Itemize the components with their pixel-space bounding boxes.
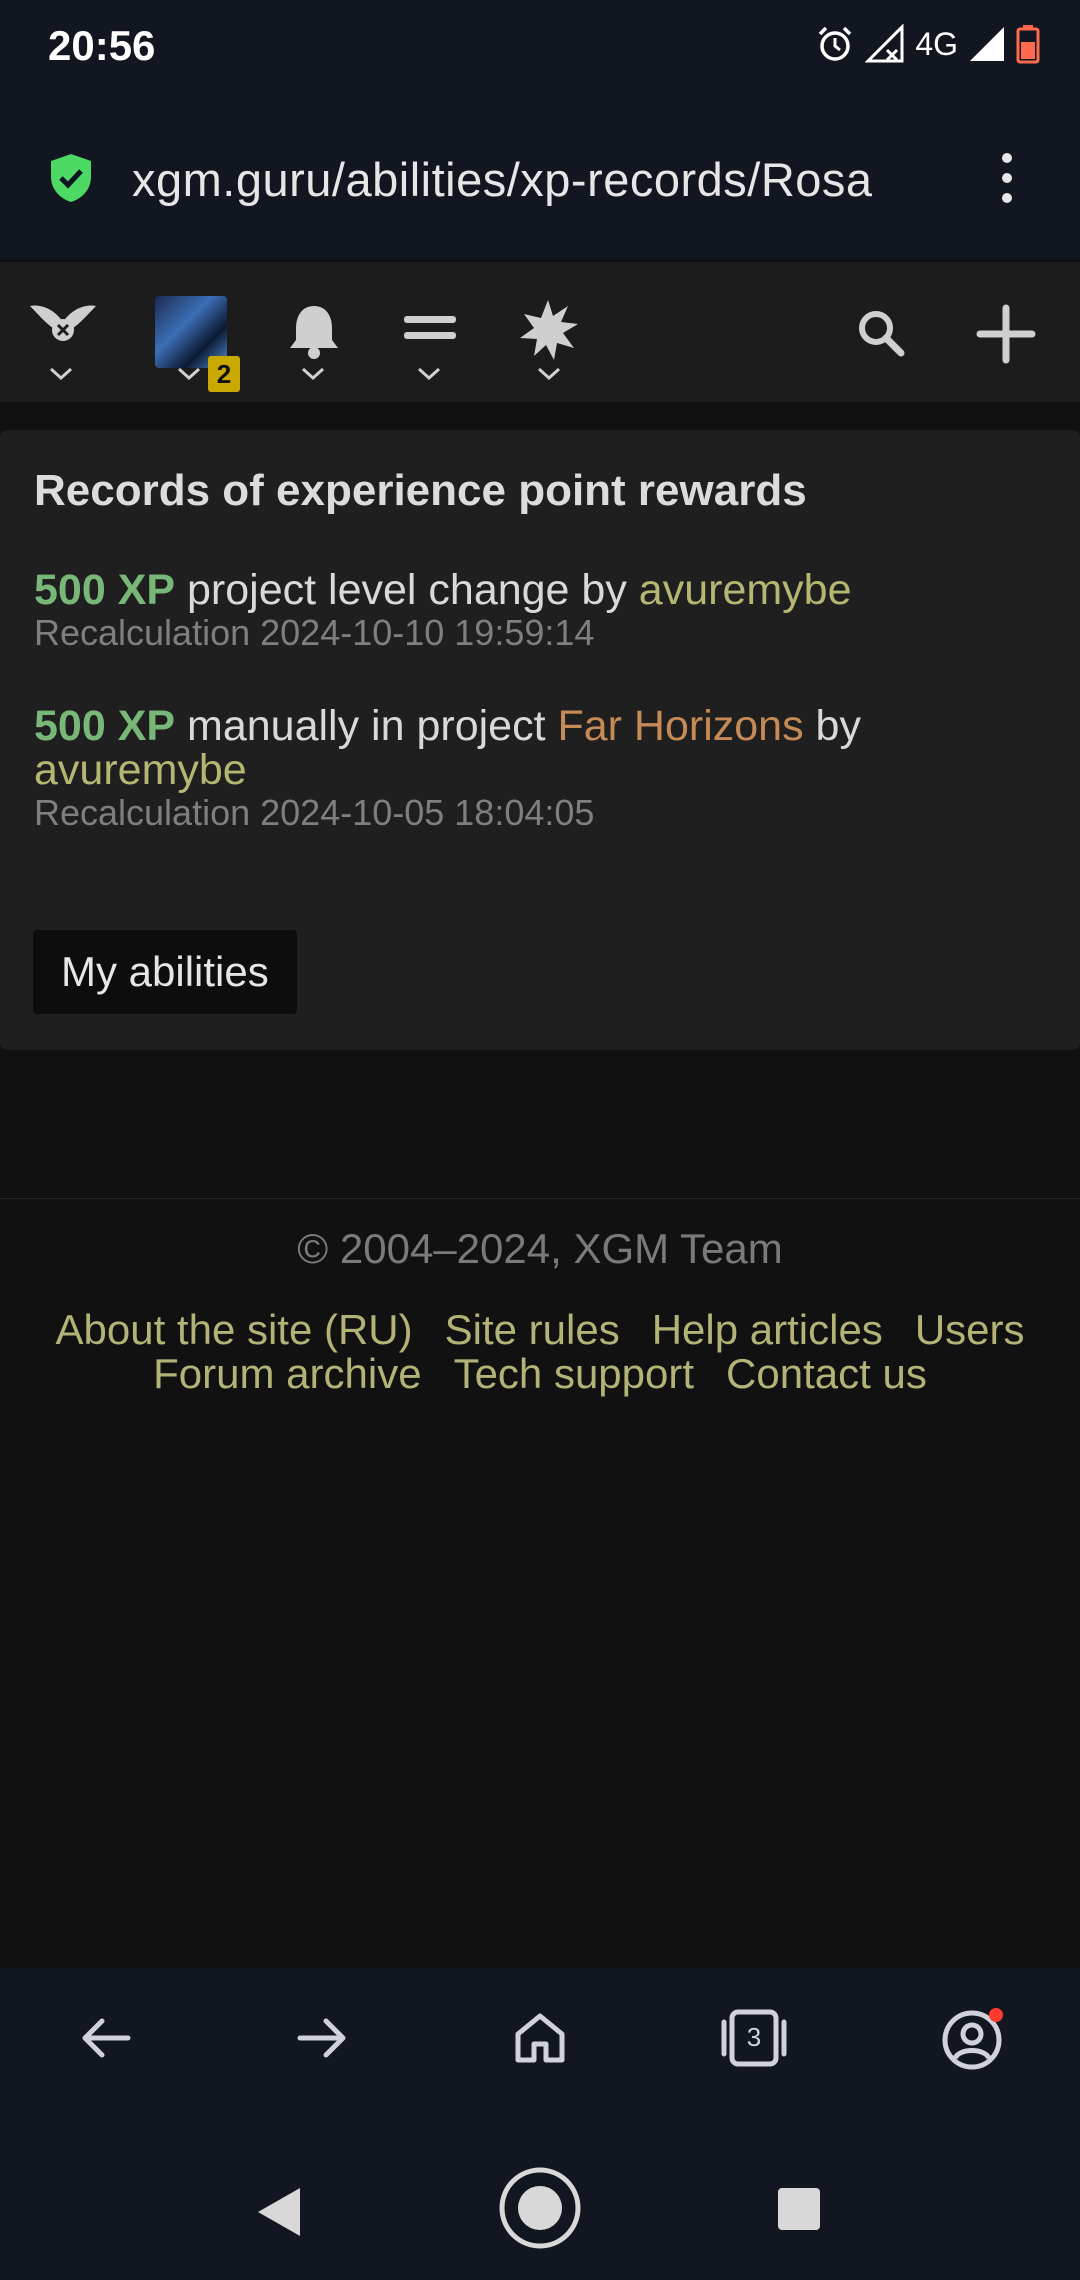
shield-check-icon: [51, 154, 91, 202]
system-recents-icon[interactable]: [776, 2186, 822, 2232]
signal-icon: [970, 27, 1004, 61]
my-abilities-button[interactable]: My abilities: [33, 930, 297, 1014]
record-text: project level change by: [175, 566, 639, 614]
record-meta: Recalculation 2024-10-05 18:04:05: [34, 792, 595, 833]
tabs-button[interactable]: 3: [718, 2008, 790, 2068]
chevron-down-icon[interactable]: [48, 366, 74, 382]
chevron-down-icon[interactable]: [416, 366, 442, 382]
burst-icon[interactable]: [516, 298, 580, 362]
system-home-icon[interactable]: [498, 2166, 582, 2250]
browser-toolbar: 3: [0, 1968, 1080, 2138]
user-link[interactable]: avuremybe: [639, 566, 852, 614]
battery-icon: [1016, 25, 1040, 64]
back-arrow-icon[interactable]: [76, 2008, 136, 2068]
xp-amount: 500 XP: [34, 702, 176, 750]
notification-badge: 2: [208, 356, 240, 392]
more-vert-icon[interactable]: [992, 148, 1022, 208]
search-icon[interactable]: [856, 308, 906, 358]
project-link[interactable]: Far Horizons: [557, 702, 803, 750]
footer-links: About the site (RU) Site rules Help articl…: [0, 1308, 1080, 1396]
user-link[interactable]: avuremybe: [34, 746, 247, 794]
site-nav: 2: [0, 262, 1080, 402]
status-icons: 4G: [815, 24, 1040, 64]
list-item: 500 XP project level change by avuremybe…: [34, 568, 1044, 654]
divider: [0, 1198, 1080, 1199]
footer-link-about[interactable]: About the site (RU): [55, 1306, 412, 1353]
footer-link-archive[interactable]: Forum archive: [153, 1350, 421, 1397]
forward-arrow-icon[interactable]: [292, 2008, 352, 2068]
footer-link-help[interactable]: Help articles: [652, 1306, 883, 1353]
footer-link-rules[interactable]: Site rules: [445, 1306, 620, 1353]
chevron-down-icon[interactable]: [176, 366, 202, 382]
chevron-down-icon[interactable]: [300, 366, 326, 382]
record-text: manually in project: [175, 702, 558, 750]
network-label: 4G: [915, 25, 958, 62]
logo-icon[interactable]: [28, 302, 98, 348]
xp-amount: 500 XP: [34, 566, 176, 614]
status-time: 20:56: [48, 22, 156, 69]
tabs-count: 3: [746, 2022, 762, 2052]
records-card: Records of experience point rewards 500 …: [0, 430, 1080, 1050]
footer-link-contact[interactable]: Contact us: [726, 1350, 927, 1397]
footer-link-users[interactable]: Users: [915, 1306, 1025, 1353]
url-text[interactable]: xgm.guru/abilities/xp-records/Rosa: [132, 152, 952, 207]
home-icon[interactable]: [510, 2008, 570, 2068]
status-bar: 20:56 4G: [0, 0, 1080, 90]
signal-x-icon: [865, 24, 904, 63]
page-title: Records of experience point rewards: [34, 466, 807, 515]
record-meta: Recalculation 2024-10-10 19:59:14: [34, 612, 595, 653]
plus-icon[interactable]: [976, 304, 1036, 364]
copyright: © 2004–2024, XGM Team: [297, 1225, 783, 1272]
url-bar[interactable]: xgm.guru/abilities/xp-records/Rosa: [0, 90, 1080, 260]
system-nav-bar: [0, 2138, 1080, 2280]
record-text: by: [803, 702, 861, 750]
list-item: 500 XP manually in project Far Horizons …: [34, 704, 1044, 834]
url-fade: [900, 145, 960, 215]
account-icon[interactable]: [940, 2008, 1004, 2072]
chevron-down-icon[interactable]: [536, 366, 562, 382]
alarm-icon: [819, 26, 852, 61]
menu-icon[interactable]: [402, 312, 458, 344]
bell-icon[interactable]: [286, 302, 342, 360]
footer-link-support[interactable]: Tech support: [454, 1350, 694, 1397]
system-back-icon[interactable]: [254, 2184, 304, 2240]
